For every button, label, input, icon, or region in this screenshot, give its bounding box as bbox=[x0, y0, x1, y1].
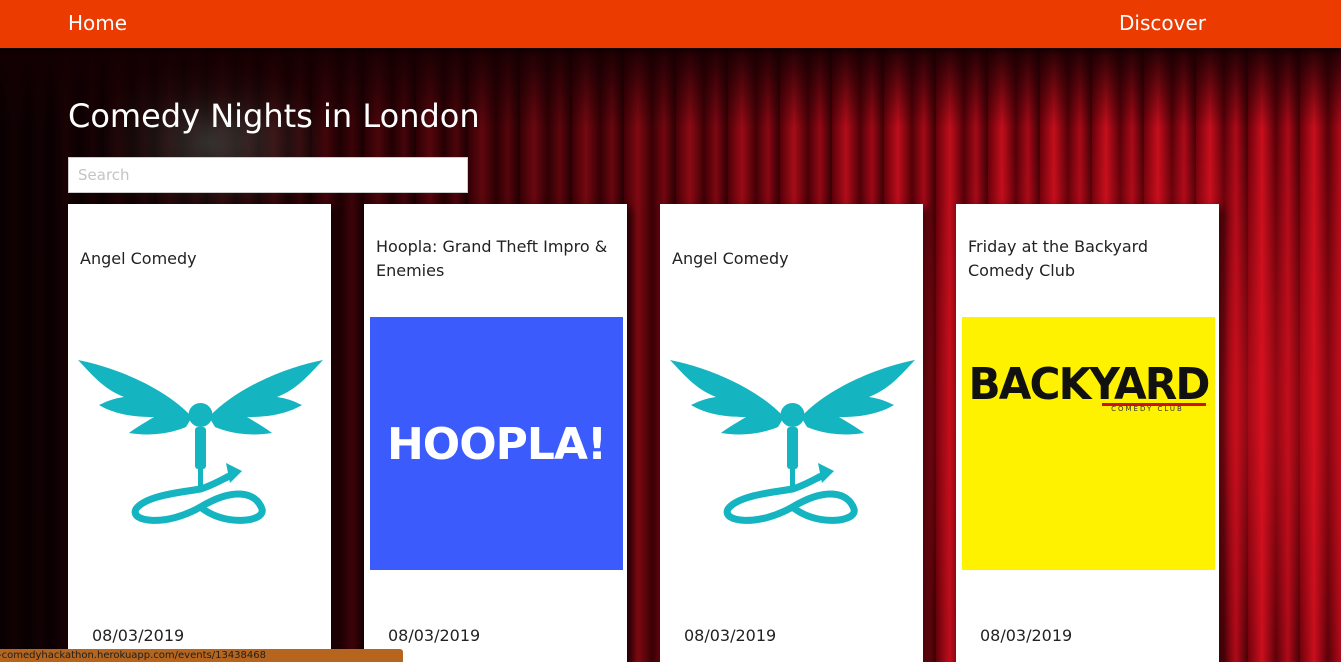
event-card[interactable]: Hoopla: Grand Theft Impro & Enemies HOOP… bbox=[364, 204, 627, 662]
event-title[interactable]: Hoopla: Grand Theft Impro & Enemies bbox=[376, 235, 615, 283]
event-card[interactable]: Angel Comedy 08/03/2019 bbox=[660, 204, 923, 662]
event-image[interactable] bbox=[666, 317, 919, 570]
event-image[interactable]: BACKYARD COMEDY CLUB bbox=[962, 317, 1215, 570]
event-title[interactable]: Angel Comedy bbox=[80, 247, 319, 271]
event-date: 08/03/2019 bbox=[388, 626, 481, 645]
nav-discover-link[interactable]: Discover bbox=[1119, 11, 1206, 35]
browser-status-bar: -comedyhackathon.herokuapp.com/events/13… bbox=[0, 649, 403, 662]
search-input[interactable] bbox=[68, 157, 468, 193]
status-url: -comedyhackathon.herokuapp.com/events/13… bbox=[0, 650, 266, 661]
angel-comedy-logo-icon bbox=[78, 360, 323, 524]
event-title[interactable]: Angel Comedy bbox=[672, 247, 911, 271]
nav-home-link[interactable]: Home bbox=[68, 11, 127, 35]
event-title[interactable]: Friday at the Backyard Comedy Club bbox=[968, 235, 1207, 283]
angel-comedy-logo-icon bbox=[670, 360, 915, 524]
event-image[interactable]: HOOPLA! bbox=[370, 317, 623, 570]
event-card[interactable]: Angel Comedy 08/03/2019 bbox=[68, 204, 331, 662]
event-date: 08/03/2019 bbox=[980, 626, 1073, 645]
hoopla-logo-text: HOOPLA! bbox=[386, 419, 607, 470]
event-card[interactable]: Friday at the Backyard Comedy Club BACKY… bbox=[956, 204, 1219, 662]
navbar: Home Discover bbox=[0, 0, 1341, 48]
page-title: Comedy Nights in London bbox=[68, 97, 480, 135]
event-image[interactable] bbox=[74, 317, 327, 570]
event-date: 08/03/2019 bbox=[92, 626, 185, 645]
event-date: 08/03/2019 bbox=[684, 626, 777, 645]
backyard-logo-subtext: COMEDY CLUB bbox=[1111, 405, 1184, 413]
